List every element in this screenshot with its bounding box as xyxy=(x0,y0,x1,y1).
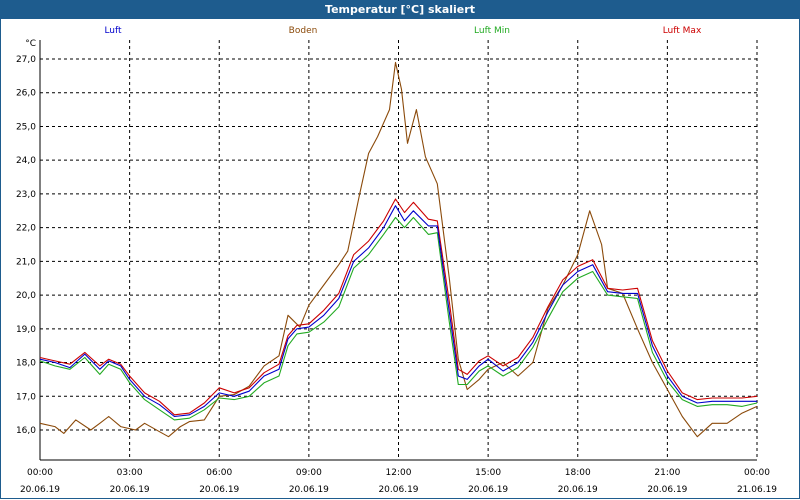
x-tick-date-label: 20.06.19 xyxy=(468,485,508,495)
legend-entry-boden: Boden xyxy=(289,26,318,36)
y-axis-label: °C xyxy=(25,39,36,49)
y-tick-label: 18,0 xyxy=(16,359,36,369)
y-tick-label: 16,0 xyxy=(16,426,36,436)
x-tick-date-label: 21.06.19 xyxy=(737,485,777,495)
x-tick-date-label: 20.06.19 xyxy=(378,485,418,495)
x-tick-time-label: 09:00 xyxy=(296,468,322,478)
legend-entry-luft: Luft xyxy=(104,26,122,36)
x-tick-time-label: 21:00 xyxy=(654,468,680,478)
y-tick-label: 22,0 xyxy=(16,224,36,234)
x-tick-date-label: 20.06.19 xyxy=(289,485,329,495)
y-tick-label: 26,0 xyxy=(16,89,36,99)
legend-entry-luft-max: Luft Max xyxy=(663,26,702,36)
x-tick-time-label: 06:00 xyxy=(206,468,232,478)
x-tick-date-label: 20.06.19 xyxy=(199,485,239,495)
x-tick-date-label: 20.06.19 xyxy=(20,485,60,495)
x-tick-time-label: 03:00 xyxy=(117,468,143,478)
temperature-chart: 27,0 26,0 25,0 24,0 23,0 22,0 21,0 20,0 19,0 18,0… xyxy=(16,26,777,495)
x-tick-time-label: 18:00 xyxy=(565,468,591,478)
y-tick-label: 20,0 xyxy=(16,291,36,301)
x-tick-date-label: 20.06.19 xyxy=(647,485,687,495)
y-tick-label: 25,0 xyxy=(16,122,36,132)
x-tick-time-label: 00:00 xyxy=(27,468,53,478)
x-tick-time-label: 12:00 xyxy=(386,468,412,478)
x-tick-date-label: 20.06.19 xyxy=(558,485,598,495)
y-tick-label: 23,0 xyxy=(16,190,36,200)
x-tick-date-label: 20.06.19 xyxy=(110,485,150,495)
legend-entry-luft-min: Luft Min xyxy=(474,26,510,36)
y-tick-label: 19,0 xyxy=(16,325,36,335)
y-tick-label: 24,0 xyxy=(16,156,36,166)
y-tick-label: 17,0 xyxy=(16,392,36,402)
y-tick-label: 27,0 xyxy=(16,55,36,65)
x-tick-time-label: 00:00 xyxy=(744,468,770,478)
y-tick-label: 21,0 xyxy=(16,257,36,267)
x-tick-time-label: 15:00 xyxy=(475,468,501,478)
